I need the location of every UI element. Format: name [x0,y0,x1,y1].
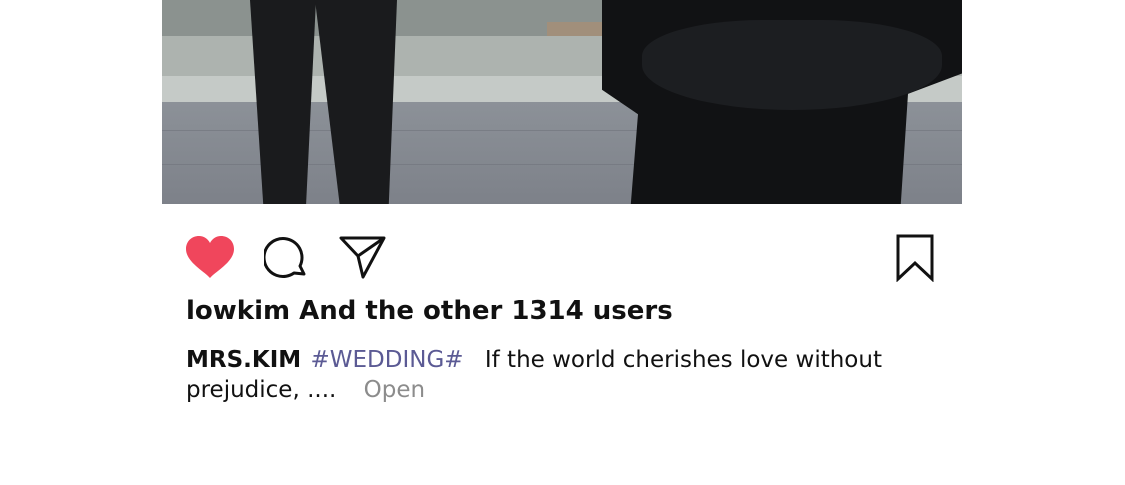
paper-plane-icon[interactable] [339,234,387,280]
likes-summary[interactable]: lowkim And the other 1314 users [186,296,673,326]
comment-bubble-icon[interactable] [262,236,308,280]
post-card: lowkim And the other 1314 users MRS.KIM … [0,0,1125,485]
heart-icon[interactable] [186,236,234,280]
caption-hashtag[interactable]: #WEDDING# [310,347,463,373]
bookmark-icon[interactable] [895,234,935,283]
caption-more-link[interactable]: Open [364,377,425,403]
photo-figure [642,20,942,110]
post-action-bar [186,232,936,283]
caption-text: If the world cherishes love without [484,347,882,373]
caption-author[interactable]: MRS.KIM [186,347,301,373]
post-caption: MRS.KIM #WEDDING# If the world cherishes… [186,345,886,405]
post-image[interactable] [162,0,962,204]
photo-background [547,22,607,36]
caption-text: prejudice, .... [186,377,337,403]
